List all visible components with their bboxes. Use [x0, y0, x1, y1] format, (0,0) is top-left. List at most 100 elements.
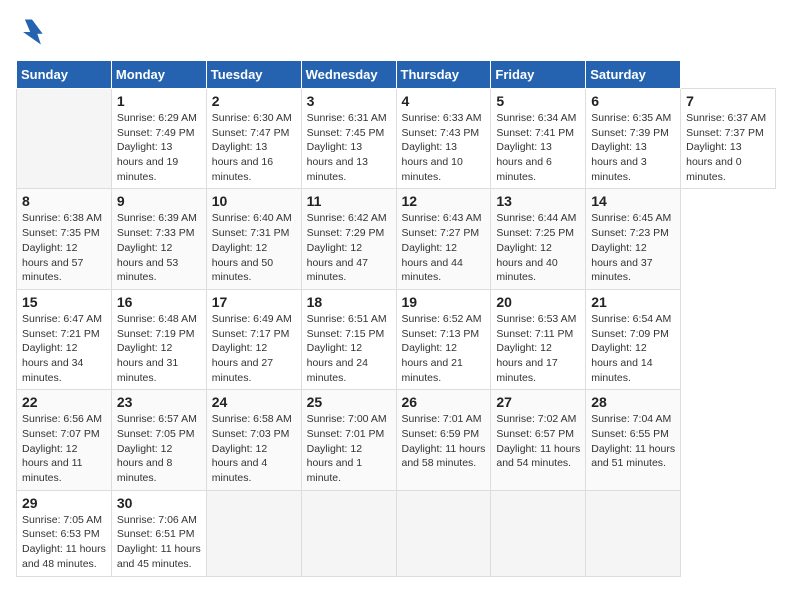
header-tuesday: Tuesday — [206, 61, 301, 89]
day-info: Sunrise: 6:53 AMSunset: 7:11 PMDaylight:… — [496, 312, 580, 385]
day-info: Sunrise: 6:52 AMSunset: 7:13 PMDaylight:… — [402, 312, 486, 385]
day-info: Sunrise: 6:56 AMSunset: 7:07 PMDaylight:… — [22, 412, 106, 485]
day-number: 8 — [22, 193, 106, 209]
day-info: Sunrise: 6:34 AMSunset: 7:41 PMDaylight:… — [496, 111, 580, 184]
day-number: 6 — [591, 93, 675, 109]
calendar-cell: 7 Sunrise: 6:37 AMSunset: 7:37 PMDayligh… — [681, 89, 776, 189]
calendar-week-1: 8 Sunrise: 6:38 AMSunset: 7:35 PMDayligh… — [17, 189, 776, 289]
calendar-cell: 3 Sunrise: 6:31 AMSunset: 7:45 PMDayligh… — [301, 89, 396, 189]
day-number: 5 — [496, 93, 580, 109]
day-info: Sunrise: 7:06 AMSunset: 6:51 PMDaylight:… — [117, 513, 201, 572]
day-info: Sunrise: 7:00 AMSunset: 7:01 PMDaylight:… — [307, 412, 391, 485]
day-info: Sunrise: 6:51 AMSunset: 7:15 PMDaylight:… — [307, 312, 391, 385]
day-number: 21 — [591, 294, 675, 310]
calendar-cell: 14 Sunrise: 6:45 AMSunset: 7:23 PMDaylig… — [586, 189, 681, 289]
calendar-cell — [206, 490, 301, 576]
calendar-cell: 11 Sunrise: 6:42 AMSunset: 7:29 PMDaylig… — [301, 189, 396, 289]
day-info: Sunrise: 6:35 AMSunset: 7:39 PMDaylight:… — [591, 111, 675, 184]
day-number: 13 — [496, 193, 580, 209]
calendar-cell: 1 Sunrise: 6:29 AMSunset: 7:49 PMDayligh… — [111, 89, 206, 189]
calendar-table: SundayMondayTuesdayWednesdayThursdayFrid… — [16, 60, 776, 577]
calendar-cell — [396, 490, 491, 576]
day-info: Sunrise: 7:01 AMSunset: 6:59 PMDaylight:… — [402, 412, 486, 471]
calendar-cell: 20 Sunrise: 6:53 AMSunset: 7:11 PMDaylig… — [491, 289, 586, 389]
calendar-cell: 4 Sunrise: 6:33 AMSunset: 7:43 PMDayligh… — [396, 89, 491, 189]
calendar-cell: 24 Sunrise: 6:58 AMSunset: 7:03 PMDaylig… — [206, 390, 301, 490]
calendar-cell — [17, 89, 112, 189]
calendar-cell: 6 Sunrise: 6:35 AMSunset: 7:39 PMDayligh… — [586, 89, 681, 189]
header-wednesday: Wednesday — [301, 61, 396, 89]
day-number: 27 — [496, 394, 580, 410]
day-info: Sunrise: 6:31 AMSunset: 7:45 PMDaylight:… — [307, 111, 391, 184]
day-info: Sunrise: 6:37 AMSunset: 7:37 PMDaylight:… — [686, 111, 770, 184]
header-monday: Monday — [111, 61, 206, 89]
day-info: Sunrise: 6:45 AMSunset: 7:23 PMDaylight:… — [591, 211, 675, 284]
day-number: 30 — [117, 495, 201, 511]
day-number: 29 — [22, 495, 106, 511]
calendar-week-2: 15 Sunrise: 6:47 AMSunset: 7:21 PMDaylig… — [17, 289, 776, 389]
day-info: Sunrise: 6:44 AMSunset: 7:25 PMDaylight:… — [496, 211, 580, 284]
day-info: Sunrise: 6:58 AMSunset: 7:03 PMDaylight:… — [212, 412, 296, 485]
day-info: Sunrise: 6:38 AMSunset: 7:35 PMDaylight:… — [22, 211, 106, 284]
day-info: Sunrise: 6:43 AMSunset: 7:27 PMDaylight:… — [402, 211, 486, 284]
calendar-week-4: 29 Sunrise: 7:05 AMSunset: 6:53 PMDaylig… — [17, 490, 776, 576]
header-thursday: Thursday — [396, 61, 491, 89]
calendar-cell — [491, 490, 586, 576]
day-number: 3 — [307, 93, 391, 109]
day-info: Sunrise: 6:49 AMSunset: 7:17 PMDaylight:… — [212, 312, 296, 385]
day-number: 1 — [117, 93, 201, 109]
calendar-cell: 18 Sunrise: 6:51 AMSunset: 7:15 PMDaylig… — [301, 289, 396, 389]
day-number: 10 — [212, 193, 296, 209]
day-info: Sunrise: 6:33 AMSunset: 7:43 PMDaylight:… — [402, 111, 486, 184]
calendar-cell — [301, 490, 396, 576]
calendar-cell: 28 Sunrise: 7:04 AMSunset: 6:55 PMDaylig… — [586, 390, 681, 490]
day-number: 17 — [212, 294, 296, 310]
calendar-cell: 25 Sunrise: 7:00 AMSunset: 7:01 PMDaylig… — [301, 390, 396, 490]
calendar-cell: 13 Sunrise: 6:44 AMSunset: 7:25 PMDaylig… — [491, 189, 586, 289]
day-number: 11 — [307, 193, 391, 209]
day-number: 2 — [212, 93, 296, 109]
day-info: Sunrise: 6:29 AMSunset: 7:49 PMDaylight:… — [117, 111, 201, 184]
calendar-cell: 23 Sunrise: 6:57 AMSunset: 7:05 PMDaylig… — [111, 390, 206, 490]
day-number: 20 — [496, 294, 580, 310]
calendar-header-row: SundayMondayTuesdayWednesdayThursdayFrid… — [17, 61, 776, 89]
day-number: 7 — [686, 93, 770, 109]
logo — [16, 16, 52, 48]
day-number: 14 — [591, 193, 675, 209]
day-number: 9 — [117, 193, 201, 209]
calendar-cell: 10 Sunrise: 6:40 AMSunset: 7:31 PMDaylig… — [206, 189, 301, 289]
day-info: Sunrise: 7:02 AMSunset: 6:57 PMDaylight:… — [496, 412, 580, 471]
logo-icon — [16, 16, 48, 48]
calendar-week-0: 1 Sunrise: 6:29 AMSunset: 7:49 PMDayligh… — [17, 89, 776, 189]
day-info: Sunrise: 6:57 AMSunset: 7:05 PMDaylight:… — [117, 412, 201, 485]
day-number: 19 — [402, 294, 486, 310]
calendar-cell — [586, 490, 681, 576]
calendar-cell: 5 Sunrise: 6:34 AMSunset: 7:41 PMDayligh… — [491, 89, 586, 189]
header-friday: Friday — [491, 61, 586, 89]
calendar-cell: 21 Sunrise: 6:54 AMSunset: 7:09 PMDaylig… — [586, 289, 681, 389]
calendar-cell: 22 Sunrise: 6:56 AMSunset: 7:07 PMDaylig… — [17, 390, 112, 490]
day-info: Sunrise: 7:04 AMSunset: 6:55 PMDaylight:… — [591, 412, 675, 471]
day-info: Sunrise: 6:40 AMSunset: 7:31 PMDaylight:… — [212, 211, 296, 284]
calendar-cell: 2 Sunrise: 6:30 AMSunset: 7:47 PMDayligh… — [206, 89, 301, 189]
day-info: Sunrise: 6:48 AMSunset: 7:19 PMDaylight:… — [117, 312, 201, 385]
calendar-week-3: 22 Sunrise: 6:56 AMSunset: 7:07 PMDaylig… — [17, 390, 776, 490]
day-number: 22 — [22, 394, 106, 410]
day-number: 25 — [307, 394, 391, 410]
day-number: 24 — [212, 394, 296, 410]
calendar-cell: 9 Sunrise: 6:39 AMSunset: 7:33 PMDayligh… — [111, 189, 206, 289]
day-info: Sunrise: 6:54 AMSunset: 7:09 PMDaylight:… — [591, 312, 675, 385]
day-info: Sunrise: 6:39 AMSunset: 7:33 PMDaylight:… — [117, 211, 201, 284]
calendar-cell: 19 Sunrise: 6:52 AMSunset: 7:13 PMDaylig… — [396, 289, 491, 389]
day-info: Sunrise: 6:47 AMSunset: 7:21 PMDaylight:… — [22, 312, 106, 385]
calendar-cell: 16 Sunrise: 6:48 AMSunset: 7:19 PMDaylig… — [111, 289, 206, 389]
calendar-cell: 26 Sunrise: 7:01 AMSunset: 6:59 PMDaylig… — [396, 390, 491, 490]
day-number: 28 — [591, 394, 675, 410]
calendar-cell: 12 Sunrise: 6:43 AMSunset: 7:27 PMDaylig… — [396, 189, 491, 289]
day-info: Sunrise: 7:05 AMSunset: 6:53 PMDaylight:… — [22, 513, 106, 572]
header-sunday: Sunday — [17, 61, 112, 89]
header-saturday: Saturday — [586, 61, 681, 89]
page-header — [16, 16, 776, 48]
day-number: 18 — [307, 294, 391, 310]
calendar-cell: 30 Sunrise: 7:06 AMSunset: 6:51 PMDaylig… — [111, 490, 206, 576]
